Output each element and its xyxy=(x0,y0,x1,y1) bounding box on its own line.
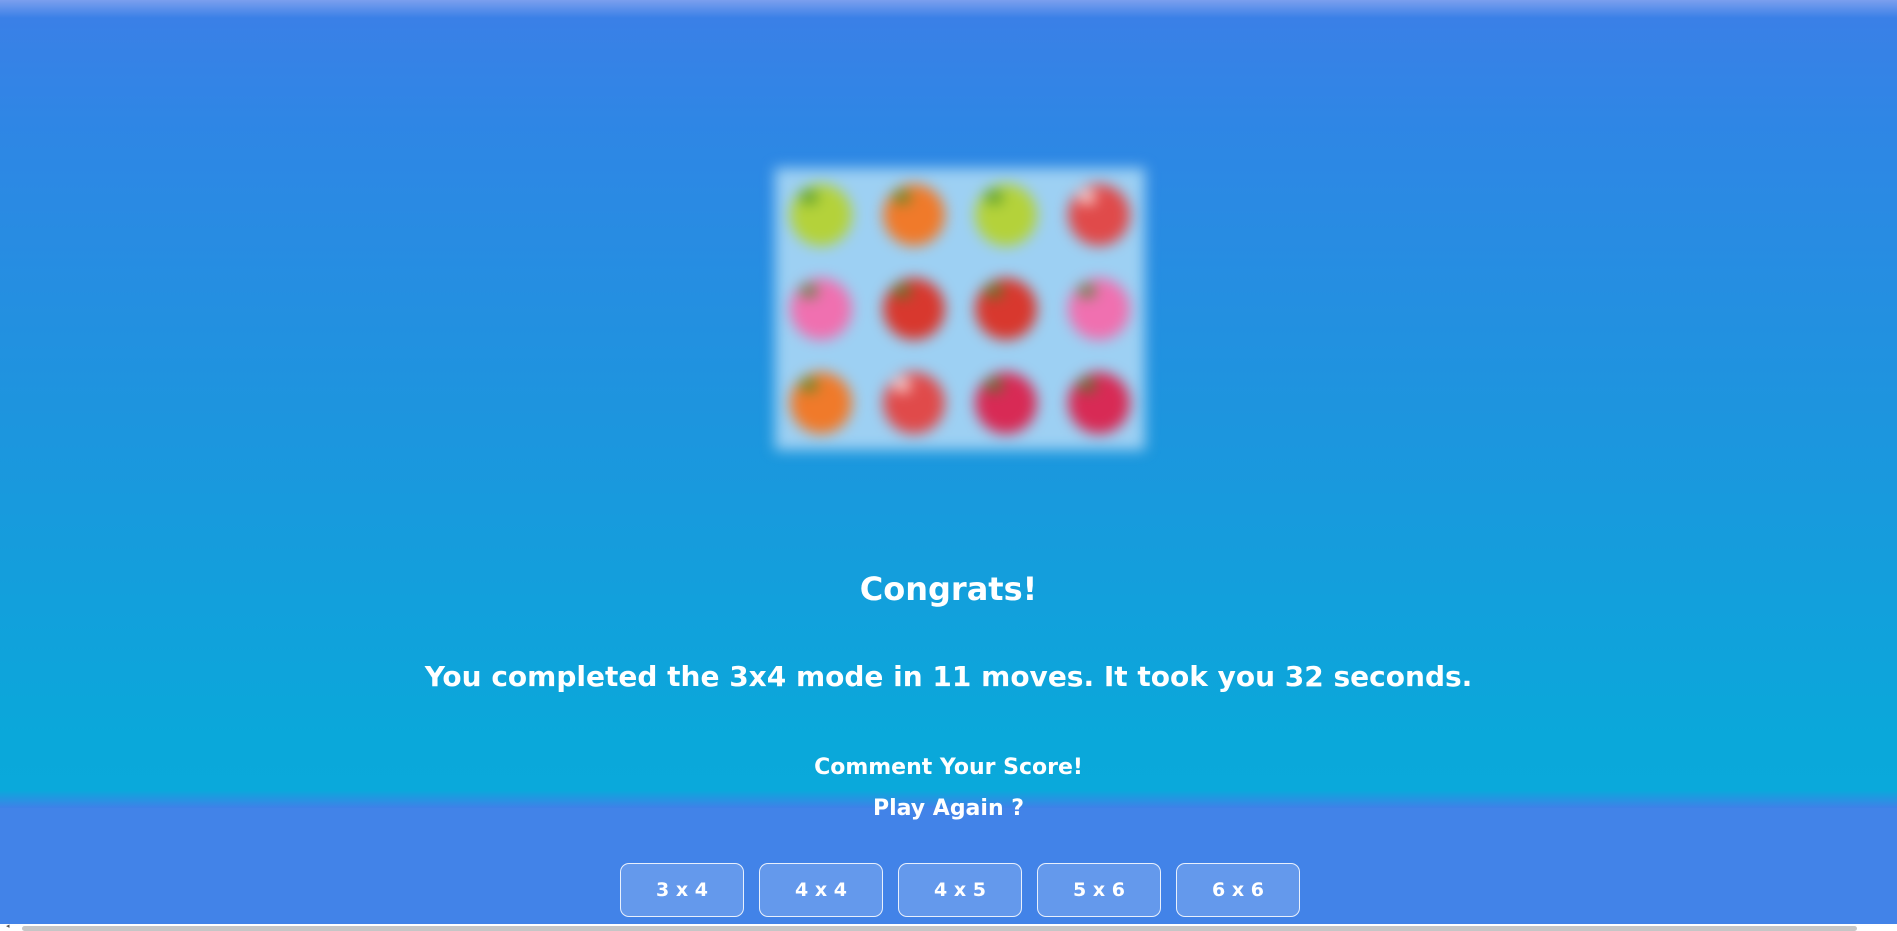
game-stage: Congrats! You completed the 3x4 mode in … xyxy=(0,0,1897,808)
lychee-card xyxy=(1067,184,1130,246)
pear-card xyxy=(975,184,1038,246)
orange-card xyxy=(790,372,853,434)
scroll-left-arrow-icon[interactable]: ◂ xyxy=(6,922,14,931)
dragonfruit-card xyxy=(790,278,853,340)
comment-score-link[interactable]: Comment Your Score! xyxy=(0,755,1897,780)
blurred-game-board xyxy=(775,168,1145,450)
mode-buttons: 3 x 4 4 x 4 4 x 5 5 x 6 6 x 6 xyxy=(620,863,1300,917)
result-summary: You completed the 3x4 mode in 11 moves. … xyxy=(424,660,1473,693)
cherry-card xyxy=(975,372,1038,434)
scrollbar-thumb[interactable] xyxy=(22,926,1857,931)
lychee-card xyxy=(882,372,945,434)
orange-card xyxy=(882,184,945,246)
play-again-label: Play Again ? xyxy=(872,796,1025,821)
mode-button-4x5[interactable]: 4 x 5 xyxy=(898,863,1022,917)
mode-button-3x4[interactable]: 3 x 4 xyxy=(620,863,744,917)
cherry-card xyxy=(1067,372,1130,434)
mode-button-5x6[interactable]: 5 x 6 xyxy=(1037,863,1161,917)
mode-button-6x6[interactable]: 6 x 6 xyxy=(1176,863,1300,917)
pear-card xyxy=(790,184,853,246)
card-grid xyxy=(775,168,1145,450)
strawberry-card xyxy=(975,278,1038,340)
strawberry-card xyxy=(882,278,945,340)
dragonfruit-card xyxy=(1067,278,1130,340)
congrats-heading: Congrats! xyxy=(859,570,1038,608)
mode-button-4x4[interactable]: 4 x 4 xyxy=(759,863,883,917)
